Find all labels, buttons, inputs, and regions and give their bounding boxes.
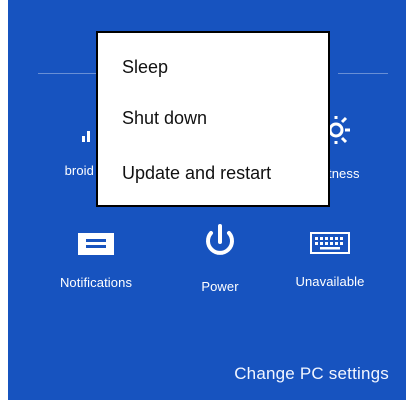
network-signal-icon [8,124,96,144]
keyboard-tile-label: Unavailable [295,274,365,289]
notifications-icon [77,232,115,256]
power-menu: Sleep Shut down Update and restart [96,31,330,207]
separator-line [38,73,98,74]
brightness-tile[interactable]: tness [324,116,384,181]
notifications-tile-label: Notifications [59,275,133,290]
menu-item-update-and-restart[interactable]: Update and restart [122,163,271,184]
menu-item-shut-down[interactable]: Shut down [122,108,207,129]
notifications-tile[interactable]: Notifications [40,232,152,290]
brightness-tile-label: tness [328,166,360,181]
network-tile[interactable]: broid [8,124,96,178]
network-tile-label: broid [64,163,94,178]
power-tile[interactable]: Power [180,224,260,294]
separator-line [338,73,388,74]
power-tile-label: Power [201,279,239,294]
brightness-icon [324,116,384,146]
menu-item-sleep[interactable]: Sleep [122,57,168,78]
change-pc-settings-link[interactable]: Change PC settings [234,364,389,384]
power-icon [200,224,240,260]
keyboard-icon [310,232,350,254]
keyboard-tile[interactable]: Unavailable [280,232,380,289]
